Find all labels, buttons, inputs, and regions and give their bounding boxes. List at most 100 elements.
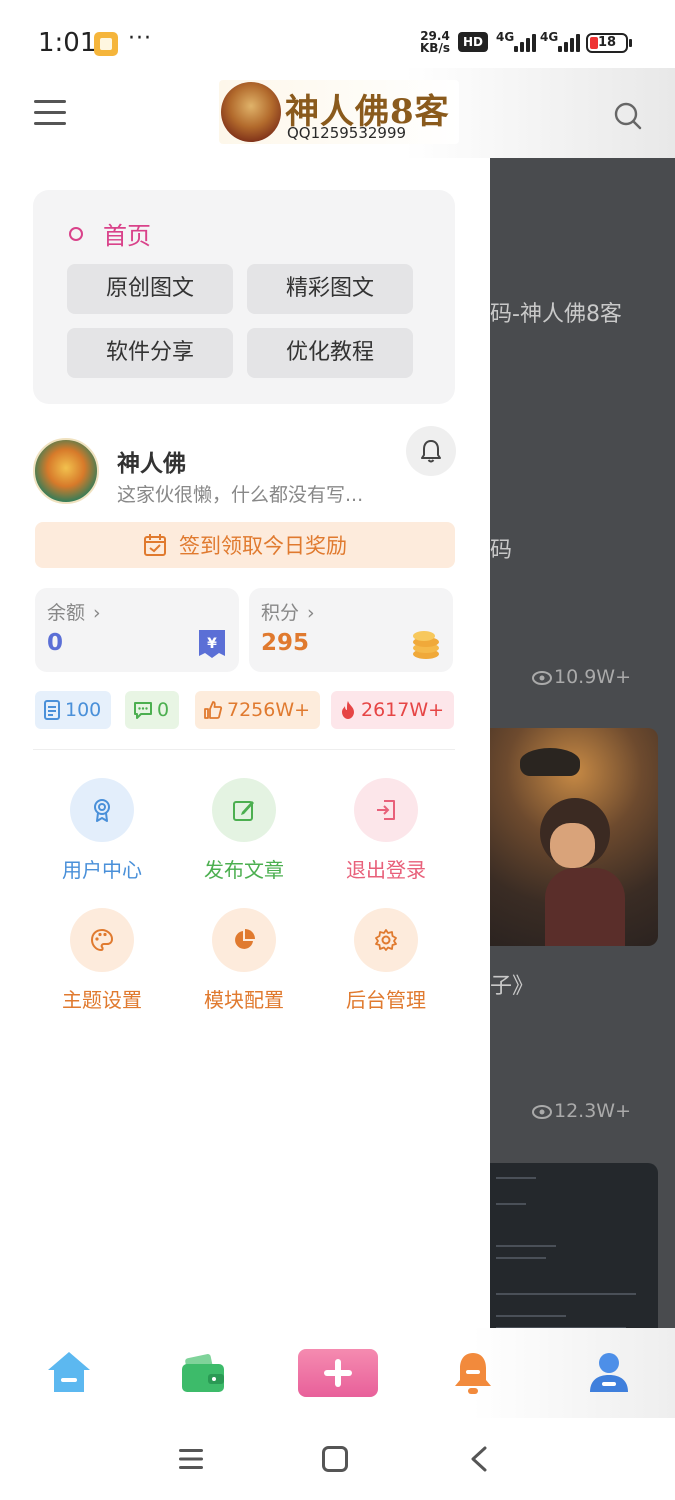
profile-name[interactable]: 神人佛	[117, 444, 186, 478]
chevron-right-icon: ›	[93, 602, 101, 624]
background-article-title-1: 码-神人佛8客	[490, 302, 622, 327]
hd-icon: HD	[458, 32, 488, 52]
notifications-tab[interactable]	[448, 1348, 498, 1398]
coins-icon	[413, 631, 439, 659]
hot-count: 2617W+	[361, 699, 445, 721]
add-post-button[interactable]	[298, 1349, 378, 1397]
points-value: 295	[261, 630, 310, 656]
nav-featured-posts[interactable]: 精彩图文	[247, 264, 413, 314]
award-icon	[94, 799, 110, 822]
battery-icon: 18	[586, 33, 632, 53]
background-views-1-value: 10.9W+	[554, 666, 632, 688]
posts-count: 100	[65, 699, 102, 721]
logout-icon	[377, 800, 395, 820]
system-nav-bar	[0, 1418, 675, 1500]
background-article-title-3: 子》	[490, 974, 535, 999]
avatar[interactable]	[33, 438, 99, 504]
search-icon[interactable]	[614, 102, 642, 130]
background-views-2: 12.3W+	[532, 1100, 631, 1122]
calendar-check-icon	[144, 534, 166, 556]
posts-count-chip[interactable]: 100	[35, 691, 112, 729]
logout-label: 退出登录	[346, 858, 426, 882]
signal-icon-2: 4G	[540, 30, 580, 52]
pie-chart-icon	[235, 929, 255, 949]
background-article-title-2: 码	[490, 538, 513, 563]
points-card[interactable]: 积分 › 295	[249, 588, 453, 672]
nav-original-posts[interactable]: 原创图文	[67, 264, 233, 314]
network-speed: 29.4 KB/s	[420, 30, 450, 54]
profile-tab[interactable]	[584, 1348, 634, 1398]
background-page-overlay[interactable]: 码-神人佛8客 码 10.9W+ 子》 12.3W+	[490, 158, 675, 1328]
bell-icon	[421, 440, 441, 463]
checkin-label: 签到领取今日奖励	[179, 534, 347, 558]
status-time: 1:01	[38, 28, 97, 58]
bell-icon	[455, 1353, 491, 1394]
status-more-icon: ···	[128, 26, 152, 51]
theme-settings-button[interactable]: 主题设置	[42, 908, 162, 1013]
user-center-button[interactable]: 用户中心	[42, 778, 162, 883]
comment-icon	[134, 702, 152, 719]
module-config-label: 模块配置	[204, 988, 284, 1012]
document-icon	[44, 700, 60, 720]
publish-article-button[interactable]: 发布文章	[184, 778, 304, 883]
network-speed-unit: KB/s	[420, 41, 450, 55]
gear-icon	[375, 929, 397, 951]
logo-qq: QQ1259532999	[287, 124, 407, 142]
notification-app-icon	[94, 32, 118, 56]
balance-value: 0	[47, 630, 64, 656]
nav-home[interactable]: 首页	[69, 216, 151, 251]
user-icon	[590, 1353, 628, 1392]
battery-level: 18	[598, 35, 617, 50]
background-views-2-value: 12.3W+	[554, 1100, 632, 1122]
thumbs-up-icon	[204, 701, 223, 719]
home-button-icon[interactable]	[321, 1445, 349, 1473]
chevron-right-icon: ›	[307, 602, 315, 624]
site-logo[interactable]: 神人佛8客 QQ1259532999	[219, 80, 459, 144]
side-drawer: 首页 原创图文 精彩图文 软件分享 优化教程 神人佛 这家伙很懒，什么都没有写.…	[0, 158, 490, 1328]
background-code-thumbnail	[490, 1163, 658, 1328]
hot-count-chip[interactable]: 2617W+	[331, 691, 455, 729]
balance-label: 余额 ›	[47, 602, 101, 624]
background-views-1: 10.9W+	[532, 666, 631, 688]
wallet-tab[interactable]	[178, 1348, 228, 1398]
home-icon	[48, 1352, 90, 1392]
svg-text:¥: ¥	[207, 636, 217, 652]
module-config-button[interactable]: 模块配置	[184, 908, 304, 1013]
back-icon[interactable]	[468, 1445, 490, 1473]
user-center-label: 用户中心	[62, 858, 142, 882]
app-header: 神人佛8客 QQ1259532999	[0, 68, 675, 158]
notification-button[interactable]	[406, 426, 456, 476]
wallet-icon	[182, 1354, 224, 1392]
signal-label-1: 4G	[496, 30, 515, 44]
fire-icon	[342, 701, 354, 719]
nav-software-share[interactable]: 软件分享	[67, 328, 233, 378]
signal-icon-1: 4G	[496, 30, 536, 52]
theme-settings-label: 主题设置	[62, 988, 142, 1012]
edit-icon	[233, 801, 254, 821]
balance-card[interactable]: 余额 › 0 ¥	[35, 588, 239, 672]
divider	[33, 749, 455, 750]
bottom-nav	[0, 1328, 675, 1418]
palette-icon	[90, 928, 114, 952]
logo-buddha-image	[221, 82, 281, 142]
points-label: 积分 ›	[261, 602, 315, 624]
logout-button[interactable]: 退出登录	[326, 778, 446, 883]
menu-icon[interactable]	[34, 100, 66, 126]
profile-bio: 这家伙很懒，什么都没有写...	[117, 484, 364, 506]
nav-optimization-tutorials[interactable]: 优化教程	[247, 328, 413, 378]
publish-article-label: 发布文章	[204, 858, 284, 882]
comments-count: 0	[157, 699, 170, 721]
nav-card: 首页 原创图文 精彩图文 软件分享 优化教程	[33, 190, 455, 404]
likes-count-chip[interactable]: 7256W+	[195, 691, 321, 729]
checkin-button[interactable]: 签到领取今日奖励	[35, 522, 455, 568]
admin-panel-label: 后台管理	[346, 988, 426, 1012]
recent-apps-icon[interactable]	[177, 1446, 205, 1472]
nav-home-label: 首页	[103, 222, 151, 250]
comments-count-chip[interactable]: 0	[125, 691, 180, 729]
signal-label-2: 4G	[540, 30, 559, 44]
admin-panel-button[interactable]: 后台管理	[326, 908, 446, 1013]
home-tab[interactable]	[44, 1348, 94, 1398]
circle-icon	[69, 226, 83, 241]
wallet-icon: ¥	[199, 630, 225, 658]
likes-count: 7256W+	[227, 699, 311, 721]
